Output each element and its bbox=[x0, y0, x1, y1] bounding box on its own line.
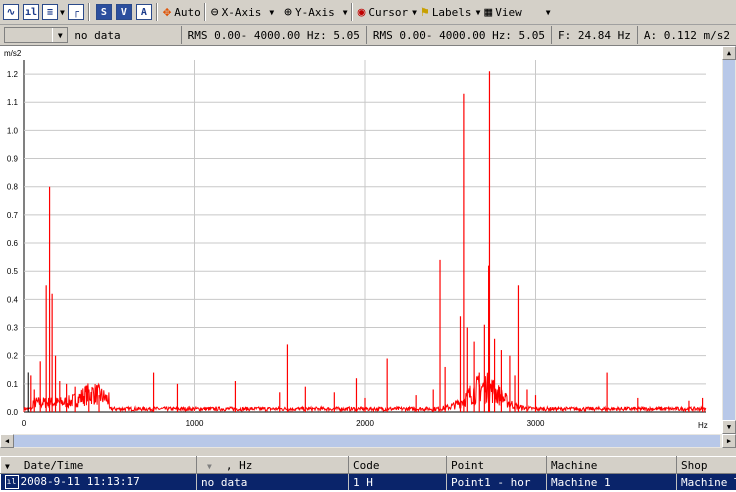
y-tick-label: 0.2 bbox=[7, 352, 19, 361]
toolbar: ∿ ıl ≡ ▼ ┌ S V A ✥ Auto ⊖ X-Axis ▼ ⊕ Y-Axis ▼ … bbox=[0, 0, 736, 25]
scroll-up-icon[interactable]: ▲ bbox=[722, 46, 736, 60]
spectrum-plot[interactable]: 0.0 0.1 0.2 0.3 0.4 0.5 0.6 0.7 0.8 0.9 1.0 1.1 1.2 … bbox=[0, 46, 722, 434]
chevron-down-icon[interactable]: ▼ bbox=[52, 28, 68, 42]
y-tick-label: 1.2 bbox=[7, 70, 19, 79]
v-icon: V bbox=[115, 4, 132, 20]
col-shop[interactable]: Shop bbox=[676, 456, 736, 474]
col-point[interactable]: Point bbox=[446, 456, 547, 474]
measurements-grid[interactable]: ▼ Date/Time ▼, Hz Code Point Machine Shop… bbox=[0, 456, 736, 492]
col-hz[interactable]: ▼, Hz bbox=[196, 456, 349, 474]
x-axis-button[interactable]: ⊖ X-Axis ▼ bbox=[211, 2, 274, 22]
x-tick-label: 2000 bbox=[356, 419, 374, 428]
x-ticks: 0 1000 2000 3000 bbox=[22, 419, 545, 428]
amp-readout: A: 0.112 m/s2 bbox=[636, 26, 736, 44]
y-axis-icon: ⊕ bbox=[284, 4, 292, 20]
y-tick-label: 0.4 bbox=[7, 295, 19, 304]
waveform-button[interactable]: ∿ bbox=[2, 2, 20, 22]
y-tick-label: 0.8 bbox=[7, 183, 19, 192]
y-tick-label: 0.7 bbox=[7, 211, 19, 220]
y-ticks: 0.0 0.1 0.2 0.3 0.4 0.5 0.6 0.7 0.8 0.9 1.0 1.1 1.2 bbox=[7, 70, 19, 417]
grid-lines bbox=[23, 60, 706, 413]
cursor-label: Cursor bbox=[368, 5, 409, 19]
scroll-thumb[interactable] bbox=[14, 435, 720, 447]
data-combo[interactable]: ▼ bbox=[4, 27, 69, 43]
col-code[interactable]: Code bbox=[348, 456, 447, 474]
labels-button[interactable]: ⚑ Labels ▼ bbox=[421, 2, 480, 22]
combo-value: no data bbox=[74, 28, 121, 42]
col-datetime[interactable]: ▼ Date/Time bbox=[0, 456, 197, 474]
x-axis-label: X-Axis bbox=[221, 5, 262, 19]
spectrum-peaks bbox=[30, 71, 704, 412]
y-tick-label: 1.1 bbox=[7, 98, 19, 107]
horizontal-scrollbar[interactable]: ◀ ▶ bbox=[0, 434, 736, 448]
rms-readout-2: RMS 0.00- 4000.00 Hz: 5.05 bbox=[365, 26, 551, 44]
s-icon: S bbox=[95, 4, 112, 20]
auto-button[interactable]: ✥ Auto bbox=[163, 2, 201, 22]
waterfall-icon: ≡ bbox=[42, 4, 58, 20]
waterfall-button[interactable]: ≡ ▼ bbox=[42, 2, 65, 22]
cursor-button[interactable]: ◉ Cursor ▼ bbox=[358, 2, 417, 22]
cursor-icon: ◉ bbox=[357, 4, 366, 20]
info-bar: ▼ no data RMS 0.00- 4000.00 Hz: 5.05 RMS… bbox=[0, 25, 736, 46]
spectrum-button[interactable]: ıl bbox=[22, 2, 40, 22]
spectrum-icon: ıl bbox=[23, 4, 39, 20]
sort-icon: ▼ bbox=[5, 461, 10, 471]
view-label: View bbox=[495, 5, 522, 19]
scroll-right-icon[interactable]: ▶ bbox=[722, 434, 736, 448]
y-axis-label: Y-Axis bbox=[295, 5, 335, 19]
y-tick-label: 0.1 bbox=[7, 380, 19, 389]
y-axis-button[interactable]: ⊕ Y-Axis ▼ bbox=[284, 2, 347, 22]
scroll-down-icon[interactable]: ▼ bbox=[722, 420, 736, 434]
y-tick-label: 0.0 bbox=[7, 408, 19, 417]
freq-readout: F: 24.84 Hz bbox=[551, 26, 637, 44]
vertical-scrollbar[interactable]: ▲ ▼ bbox=[722, 46, 736, 434]
scroll-thumb[interactable] bbox=[723, 60, 735, 420]
auto-icon: ✥ bbox=[162, 4, 172, 20]
y-tick-label: 1.0 bbox=[7, 126, 19, 135]
y-tick-label: 0.3 bbox=[7, 324, 19, 333]
chevron-down-icon[interactable]: ▼ bbox=[269, 8, 274, 17]
a-button[interactable]: A bbox=[135, 2, 153, 22]
labels-icon: ⚑ bbox=[420, 4, 429, 20]
spectrum-icon: ıl bbox=[4, 475, 19, 489]
x-axis-icon: ⊖ bbox=[210, 4, 219, 20]
view-button[interactable]: ▦ View ▼ bbox=[484, 2, 550, 22]
trend-button[interactable]: ┌ bbox=[67, 2, 85, 22]
s-button[interactable]: S bbox=[95, 2, 113, 22]
rms-readout-1: RMS 0.00- 4000.00 Hz: 5.05 bbox=[180, 26, 366, 44]
spectrum-chart[interactable]: 0.00.10.20.30.40.50.60.70.80.91.01.11.2 … bbox=[0, 46, 722, 434]
labels-label: Labels bbox=[431, 5, 472, 19]
y-axis-label: m/s2 bbox=[4, 49, 22, 58]
table-row[interactable]: ıl 2008-9-11 11:13:17 no data 1 H Point1 … bbox=[0, 473, 736, 490]
x-tick-label: 1000 bbox=[186, 419, 204, 428]
view-icon: ▦ bbox=[484, 4, 493, 20]
x-tick-label: 3000 bbox=[527, 419, 545, 428]
chevron-down-icon[interactable]: ▼ bbox=[343, 8, 348, 17]
a-icon: A bbox=[135, 4, 152, 20]
chevron-down-icon[interactable]: ▼ bbox=[546, 8, 551, 17]
y-tick-label: 0.9 bbox=[7, 155, 19, 164]
y-tick-label: 0.6 bbox=[7, 239, 19, 248]
y-tick-label: 0.5 bbox=[7, 267, 19, 276]
trend-icon: ┌ bbox=[67, 4, 84, 20]
x-axis-label: Hz bbox=[698, 421, 708, 430]
v-button[interactable]: V bbox=[115, 2, 133, 22]
auto-label: Auto bbox=[174, 5, 201, 19]
chevron-down-icon[interactable]: ▼ bbox=[60, 8, 65, 17]
scroll-left-icon[interactable]: ◀ bbox=[0, 434, 14, 448]
sort-icon: ▼ bbox=[207, 461, 212, 471]
chevron-down-icon[interactable]: ▼ bbox=[412, 8, 417, 17]
x-tick-label: 0 bbox=[22, 419, 27, 428]
chevron-down-icon[interactable]: ▼ bbox=[476, 8, 481, 17]
waveform-icon: ∿ bbox=[3, 4, 19, 20]
col-machine[interactable]: Machine bbox=[546, 456, 677, 474]
